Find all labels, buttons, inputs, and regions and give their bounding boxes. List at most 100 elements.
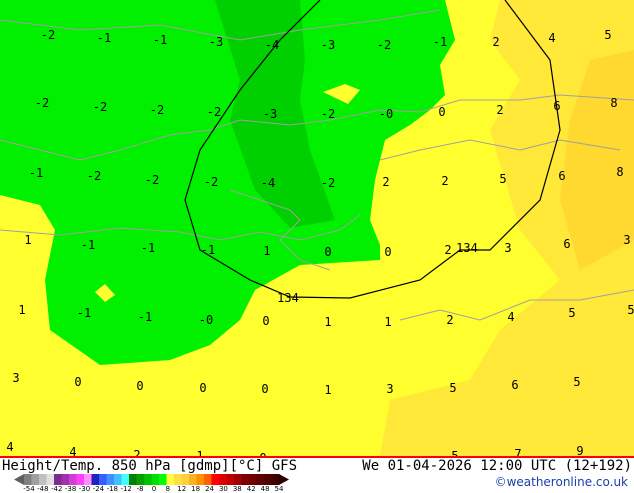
scale-swatch (256, 474, 265, 485)
map-title: Height/Temp. 850 hPa [gdmp][°C] GFS (2, 458, 298, 474)
value-label: -2 (203, 175, 219, 189)
scale-swatch (46, 474, 55, 485)
value-label: -1 (76, 306, 92, 320)
scale-swatch (241, 474, 250, 485)
value-label: 9 (576, 444, 584, 456)
scale-tick: -24 (92, 485, 105, 493)
value-label: 6 (563, 237, 571, 251)
value-label: -2 (320, 107, 336, 121)
value-label: 134 (456, 241, 478, 255)
scale-tick: -12 (120, 485, 132, 493)
map-fields (0, 0, 634, 456)
value-label: -1 (137, 310, 153, 324)
scale-swatch (219, 474, 227, 485)
value-label: -1 (432, 35, 448, 49)
scale-tick: -8 (136, 485, 144, 493)
credit-link[interactable]: ©weatheronline.co.uk (495, 475, 628, 489)
value-label: -2 (320, 176, 336, 190)
scale-swatch (211, 474, 220, 485)
scale-swatch (31, 474, 40, 485)
value-label: 4 (548, 31, 556, 45)
scale-tick: -42 (51, 485, 63, 493)
value-label: 5 (627, 303, 634, 317)
value-label: -2 (149, 103, 165, 117)
scale-swatch (76, 474, 85, 485)
value-label: 1 (384, 315, 392, 329)
scale-tick: 18 (191, 485, 201, 493)
scale-tick: 30 (218, 485, 228, 493)
value-label: -4 (264, 38, 280, 52)
value-label: 2 (382, 175, 390, 189)
scale-swatch (54, 474, 62, 485)
value-label: 0 (136, 379, 144, 393)
scale-swatch (249, 474, 257, 485)
scale-swatch (204, 474, 212, 485)
scale-swatch (114, 474, 122, 485)
scale-tick: 54 (274, 485, 284, 493)
value-label: 5 (573, 375, 581, 389)
color-scale (14, 474, 289, 485)
value-label: -2 (376, 38, 392, 52)
value-label: 5 (604, 28, 612, 42)
scale-swatch (61, 474, 70, 485)
value-label: -3 (320, 38, 336, 52)
value-label: 2 (496, 103, 504, 117)
scale-swatch (106, 474, 115, 485)
scale-swatch (24, 474, 32, 485)
value-label: -4 (260, 176, 276, 190)
scale-arrow-right (279, 474, 289, 485)
value-label: 5 (568, 306, 576, 320)
scale-swatch (271, 474, 280, 485)
value-label: -2 (34, 96, 50, 110)
value-label: -1 (140, 241, 156, 255)
value-label: 5 (449, 381, 457, 395)
value-label: -1 (80, 238, 96, 252)
forecast-datetime: We 01-04-2026 12:00 UTC (12+192) (362, 458, 632, 474)
scale-swatch (181, 474, 190, 485)
scale-tick: -30 (78, 485, 91, 493)
value-label: -1 (96, 31, 112, 45)
scale-swatch (91, 474, 100, 485)
value-label: 2 (492, 35, 500, 49)
value-label: 3 (12, 371, 20, 385)
scale-swatch (69, 474, 77, 485)
contour-label: 134 (277, 291, 299, 305)
value-label: 1 (18, 303, 26, 317)
weather-map: 134 -2 -1 -1 -3 -4 -3 -2 -1 2 4 5 -2 -2 -2 -2 -3 -2 -0 0 2 6… (0, 0, 634, 456)
scale-tick: -48 (37, 485, 49, 493)
value-label: -3 (262, 107, 278, 121)
scale-arrow-left (14, 474, 24, 485)
value-label: 6 (553, 99, 561, 113)
scale-swatch (151, 474, 160, 485)
value-label: -1 (200, 243, 216, 257)
scale-swatch (136, 474, 145, 485)
scale-tick: -38 (64, 485, 77, 493)
value-label: 0 (438, 105, 446, 119)
scale-swatch (144, 474, 152, 485)
value-label: -2 (92, 100, 108, 114)
value-label: 0 (199, 381, 207, 395)
scale-tick: 48 (260, 485, 270, 493)
value-label: 5 (499, 172, 507, 186)
scale-swatch (121, 474, 130, 485)
value-label: -1 (152, 33, 168, 47)
scale-swatch (129, 474, 137, 485)
scale-tick: 42 (246, 485, 256, 493)
value-label: 1 (324, 315, 332, 329)
value-label: 2 (446, 313, 454, 327)
value-label: 3 (623, 233, 631, 247)
value-label: 1 (324, 383, 332, 397)
value-label: 8 (616, 165, 624, 179)
scale-tick: -18 (106, 485, 118, 493)
value-label: 0 (384, 245, 392, 259)
value-label: -0 (378, 107, 394, 121)
scale-swatch (264, 474, 272, 485)
value-label: 6 (511, 378, 519, 392)
scale-tick: 12 (177, 485, 187, 493)
scale-swatch (189, 474, 197, 485)
value-label: 0 (324, 245, 332, 259)
scale-tick: 24 (205, 485, 214, 493)
value-label: 1 (24, 233, 32, 247)
scale-tick: 0 (151, 485, 157, 493)
scale-swatch (99, 474, 107, 485)
